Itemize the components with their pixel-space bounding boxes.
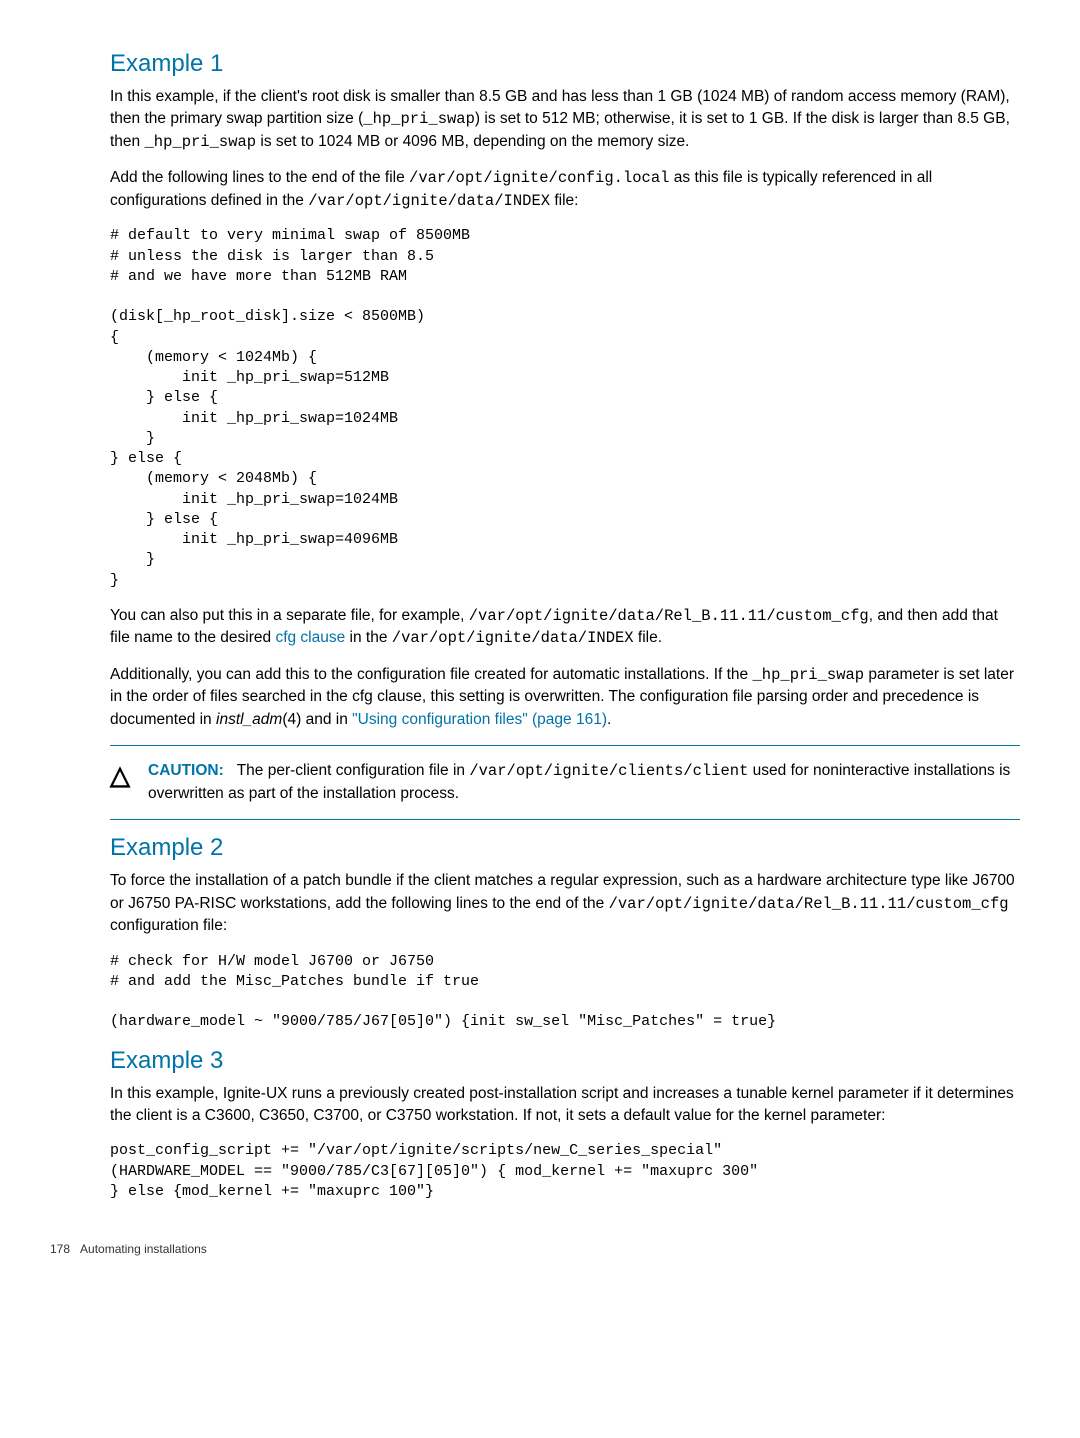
- example1-para4: Additionally, you can add this to the co…: [110, 664, 1020, 731]
- caution-text: CAUTION: The per-client configuration fi…: [148, 760, 1020, 805]
- text: You can also put this in a separate file…: [110, 607, 469, 624]
- page-number: 178: [50, 1242, 70, 1256]
- caution-label: CAUTION:: [148, 762, 224, 779]
- inline-code: /var/opt/ignite/data/INDEX: [392, 629, 634, 647]
- inline-code: /var/opt/ignite/data/INDEX: [308, 192, 550, 210]
- inline-code: /var/opt/ignite/data/Rel_B.11.11/custom_…: [469, 607, 869, 625]
- page-footer: 178 Automating installations: [50, 1242, 1020, 1256]
- text: file:: [550, 192, 578, 209]
- inline-code: /var/opt/ignite/config.local: [409, 169, 669, 187]
- inline-code: _hp_pri_swap: [752, 666, 864, 684]
- example2-codeblock: # check for H/W model J6700 or J6750 # a…: [110, 952, 1020, 1033]
- example1-heading: Example 1: [110, 50, 1020, 78]
- example1-para1: In this example, if the client's root di…: [110, 86, 1020, 153]
- example1-codeblock: # default to very minimal swap of 8500MB…: [110, 226, 1020, 591]
- manpage-ref: instl_adm: [216, 711, 282, 728]
- example1-para3: You can also put this in a separate file…: [110, 605, 1020, 650]
- footer-section: Automating installations: [80, 1242, 207, 1256]
- example3-codeblock: post_config_script += "/var/opt/ignite/s…: [110, 1141, 1020, 1202]
- inline-code: /var/opt/ignite/clients/client: [469, 762, 748, 780]
- text: .: [607, 711, 611, 728]
- text: Add the following lines to the end of th…: [110, 169, 409, 186]
- text: file.: [634, 629, 662, 646]
- cfg-clause-link[interactable]: cfg clause: [275, 629, 345, 646]
- caution-block: △ CAUTION: The per-client configuration …: [110, 760, 1020, 805]
- inline-code: _hp_pri_swap: [144, 133, 256, 151]
- text: Additionally, you can add this to the co…: [110, 666, 752, 683]
- text: configuration file:: [110, 917, 227, 934]
- example2-para1: To force the installation of a patch bun…: [110, 870, 1020, 937]
- example3-heading: Example 3: [110, 1047, 1020, 1075]
- text: The per-client configuration file in: [237, 762, 470, 779]
- divider: [110, 819, 1020, 820]
- example2-heading: Example 2: [110, 834, 1020, 862]
- example1-para2: Add the following lines to the end of th…: [110, 167, 1020, 212]
- text: is set to 1024 MB or 4096 MB, depending …: [256, 133, 689, 150]
- inline-code: _hp_pri_swap: [363, 110, 475, 128]
- text: (4) and in: [282, 711, 352, 728]
- inline-code: /var/opt/ignite/data/Rel_B.11.11/custom_…: [609, 895, 1009, 913]
- caution-icon: △: [110, 762, 130, 788]
- page-ref-link[interactable]: "Using configuration files" (page 161): [352, 711, 607, 728]
- divider: [110, 745, 1020, 746]
- example3-para1: In this example, Ignite-UX runs a previo…: [110, 1083, 1020, 1128]
- text: in the: [345, 629, 392, 646]
- page-content: Example 1 In this example, if the client…: [0, 0, 1080, 1286]
